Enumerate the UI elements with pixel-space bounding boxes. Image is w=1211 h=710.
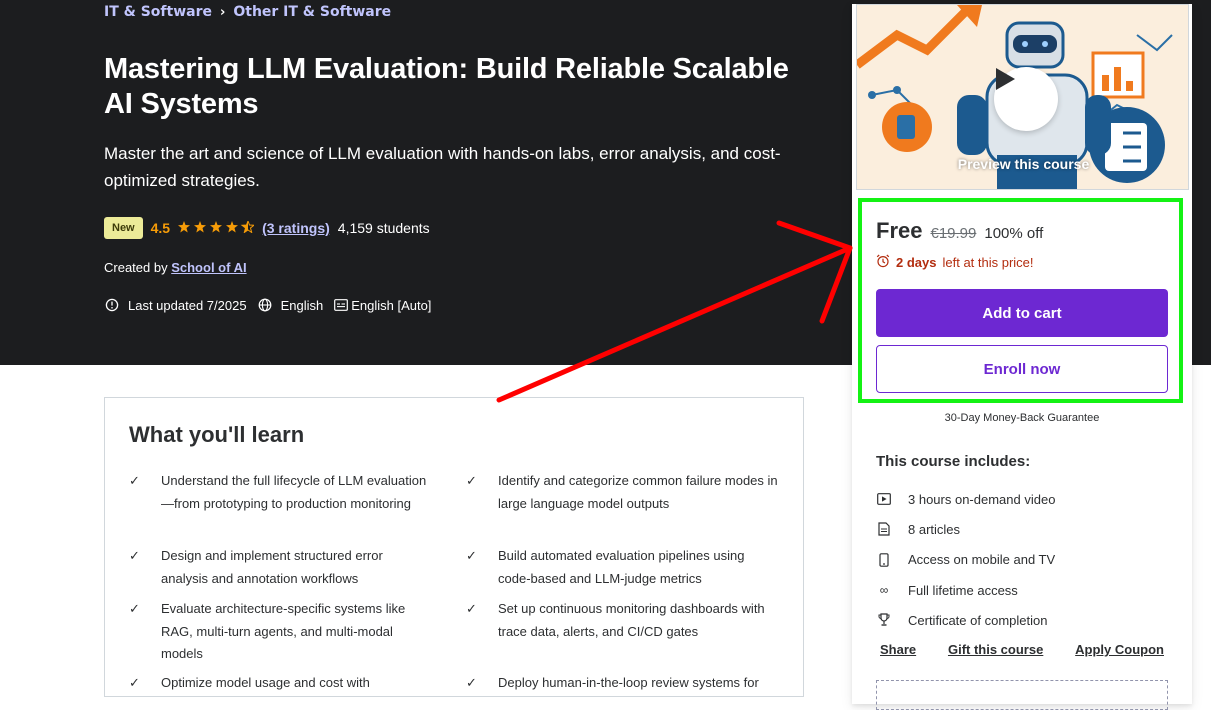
rating-value: 4.5 (150, 220, 171, 236)
language-text: English (280, 297, 324, 313)
include-item: ∞ Full lifetime access (876, 575, 1055, 605)
last-updated: Last updated 7/2025 (104, 297, 247, 313)
include-item-text: Certificate of completion (908, 612, 1048, 628)
highlight-box-annotation (858, 198, 1183, 403)
new-badge: New (104, 217, 143, 239)
include-item: Access on mobile and TV (876, 545, 1055, 575)
learn-item: ✓ Optimize model usage and cost with (129, 672, 429, 695)
include-item-text: 8 articles (908, 521, 961, 537)
learn-item: ✓ Understand the full lifecycle of LLM e… (129, 470, 429, 515)
learn-item-text: Design and implement structured error an… (161, 548, 383, 586)
learn-item: ✓ Deploy human-in-the-loop review system… (466, 672, 778, 695)
course-preview[interactable]: Preview this course (856, 4, 1189, 190)
alert-clock-icon (104, 297, 120, 313)
ratings-count-link[interactable]: (3 ratings) (262, 220, 330, 236)
include-item: Certificate of completion (876, 605, 1055, 635)
learn-item: ✓ Evaluate architecture-specific systems… (129, 598, 429, 666)
video-icon (876, 491, 892, 507)
learn-item: ✓ Identify and categorize common failure… (466, 470, 778, 515)
course-title: Mastering LLM Evaluation: Build Reliable… (104, 53, 789, 120)
check-icon: ✓ (129, 675, 140, 690)
coupon-input-box[interactable] (876, 680, 1168, 710)
author-link[interactable]: School of AI (171, 260, 246, 275)
what-youll-learn: What you'll learn ✓ Understand the full … (104, 397, 804, 697)
learn-item-text: Build automated evaluation pipelines usi… (498, 548, 745, 586)
preview-label: Preview this course (957, 156, 1090, 172)
include-item-text: Access on mobile and TV (908, 552, 1056, 568)
include-item: 3 hours on-demand video (876, 484, 1055, 514)
include-item-text: 3 hours on-demand video (908, 491, 1056, 507)
share-link[interactable]: Share (876, 642, 920, 657)
check-icon: ✓ (466, 548, 477, 563)
learn-item-text: Deploy human-in-the-loop review systems … (498, 675, 759, 690)
play-button[interactable] (994, 67, 1058, 131)
mobile-icon (876, 552, 892, 568)
apply-coupon-link[interactable]: Apply Coupon (1071, 642, 1168, 657)
include-item: 8 articles (876, 514, 1055, 544)
money-back-guarantee: 30-Day Money-Back Guarantee (944, 412, 1100, 424)
breadcrumb-link-subcategory[interactable]: Other IT & Software (233, 4, 391, 20)
chevron-right-icon: › (219, 4, 226, 20)
sidebar-links: Share Gift this course Apply Coupon (876, 642, 1168, 657)
learn-item: ✓ Design and implement structured error … (129, 545, 429, 590)
include-item-text: Full lifetime access (908, 582, 1018, 598)
learn-item: ✓ Build automated evaluation pipelines u… (466, 545, 778, 590)
course-subtitle: Master the art and science of LLM evalua… (104, 144, 781, 190)
learn-item-text: Optimize model usage and cost with (161, 675, 370, 690)
learn-item: ✓ Set up continuous monitoring dashboard… (466, 598, 778, 643)
created-by-label: Created by (104, 260, 168, 275)
article-icon (876, 521, 892, 537)
language: English (257, 297, 324, 313)
includes-title: This course includes: (876, 453, 1031, 470)
learn-item-text: Evaluate architecture-specific systems l… (161, 601, 406, 661)
created-by: Created by School of AI (104, 260, 247, 275)
learn-item-text: Understand the full lifecycle of LLM eva… (161, 473, 427, 511)
globe-icon (257, 297, 273, 313)
course-meta: Last updated 7/2025 English English [Aut… (104, 297, 441, 313)
trophy-icon (876, 612, 892, 628)
rating-row: New 4.5 (3 ratings) 4,159 students (104, 217, 430, 239)
infinity-icon: ∞ (879, 583, 889, 598)
captions: English [Auto] (333, 297, 431, 313)
check-icon: ✓ (466, 601, 477, 616)
closed-captions-icon (333, 297, 349, 313)
includes-list: 3 hours on-demand video 8 articles Acces… (876, 484, 1055, 635)
learn-item-text: Identify and categorize common failure m… (498, 473, 778, 511)
check-icon: ✓ (466, 473, 477, 488)
play-icon (996, 68, 1015, 90)
star-rating-icon (178, 219, 256, 236)
students-count: 4,159 students (337, 220, 430, 236)
learn-item-text: Set up continuous monitoring dashboards … (498, 601, 765, 639)
captions-text: English [Auto] (351, 297, 432, 313)
last-updated-text: Last updated 7/2025 (128, 297, 247, 313)
breadcrumb-link-category[interactable]: IT & Software (104, 4, 212, 20)
check-icon: ✓ (129, 601, 140, 616)
gift-course-link[interactable]: Gift this course (944, 642, 1047, 657)
breadcrumb: IT & Software › Other IT & Software (104, 4, 391, 20)
check-icon: ✓ (129, 473, 140, 488)
check-icon: ✓ (129, 548, 140, 563)
learn-title: What you'll learn (129, 422, 305, 447)
check-icon: ✓ (466, 675, 477, 690)
